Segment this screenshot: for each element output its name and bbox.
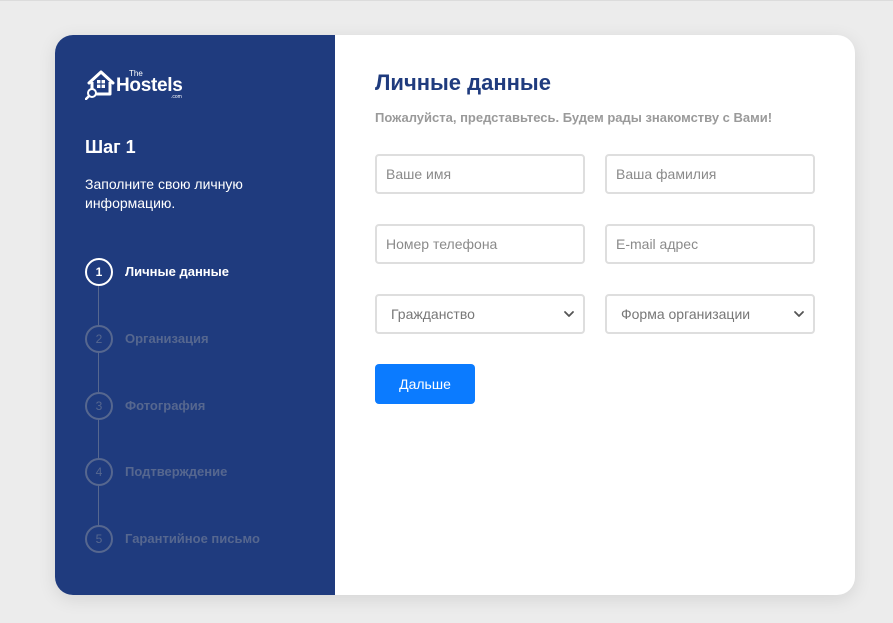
logo[interactable]: The Hostels .com — [85, 68, 195, 102]
steps-sidebar: The Hostels .com Шаг 1 Заполните свою ли… — [55, 35, 335, 595]
step-number-circle: 3 — [85, 392, 113, 420]
step-item-confirmation[interactable]: 4 Подтверждение — [85, 458, 325, 486]
step-item-organization[interactable]: 2 Организация — [85, 325, 325, 353]
step-number-circle: 1 — [85, 258, 113, 286]
citizenship-selected: Гражданство — [391, 306, 475, 322]
step-item-guarantee-letter[interactable]: 5 Гарантийное письмо — [85, 525, 325, 553]
house-magnifier-icon — [85, 70, 115, 100]
step-item-personal-data[interactable]: 1 Личные данные — [85, 258, 325, 286]
last-name-input[interactable] — [605, 154, 815, 194]
next-button[interactable]: Дальше — [375, 364, 475, 404]
step-number-circle: 2 — [85, 325, 113, 353]
step-number-circle: 5 — [85, 525, 113, 553]
logo-name-text: Hostels — [116, 75, 183, 96]
step-label: Организация — [125, 331, 209, 346]
step-label: Гарантийное письмо — [125, 531, 260, 546]
step-label: Фотография — [125, 398, 206, 413]
form-title: Личные данные — [375, 70, 551, 95]
chevron-down-icon — [794, 311, 804, 317]
step-title: Шаг 1 — [85, 137, 136, 157]
org-form-select[interactable]: Форма организации — [605, 294, 815, 334]
step-number-circle: 4 — [85, 458, 113, 486]
step-item-photo[interactable]: 3 Фотография — [85, 392, 325, 420]
first-name-input[interactable] — [375, 154, 585, 194]
citizenship-select[interactable]: Гражданство — [375, 294, 585, 334]
chevron-down-icon — [564, 311, 574, 317]
window-top-border — [0, 0, 893, 1]
form-panel: Личные данные Пожалуйста, представьтесь.… — [335, 35, 855, 595]
form-subtitle: Пожалуйста, представьтесь. Будем рады зн… — [375, 110, 773, 125]
step-description: Заполните свою личную информацию. — [85, 176, 243, 211]
org-form-selected: Форма организации — [621, 306, 751, 322]
registration-card: The Hostels .com Шаг 1 Заполните свою ли… — [55, 35, 855, 595]
logo-com-text: .com — [171, 94, 182, 100]
phone-input[interactable] — [375, 224, 585, 264]
step-label: Личные данные — [125, 264, 229, 279]
email-input[interactable] — [605, 224, 815, 264]
step-label: Подтверждение — [125, 464, 228, 479]
